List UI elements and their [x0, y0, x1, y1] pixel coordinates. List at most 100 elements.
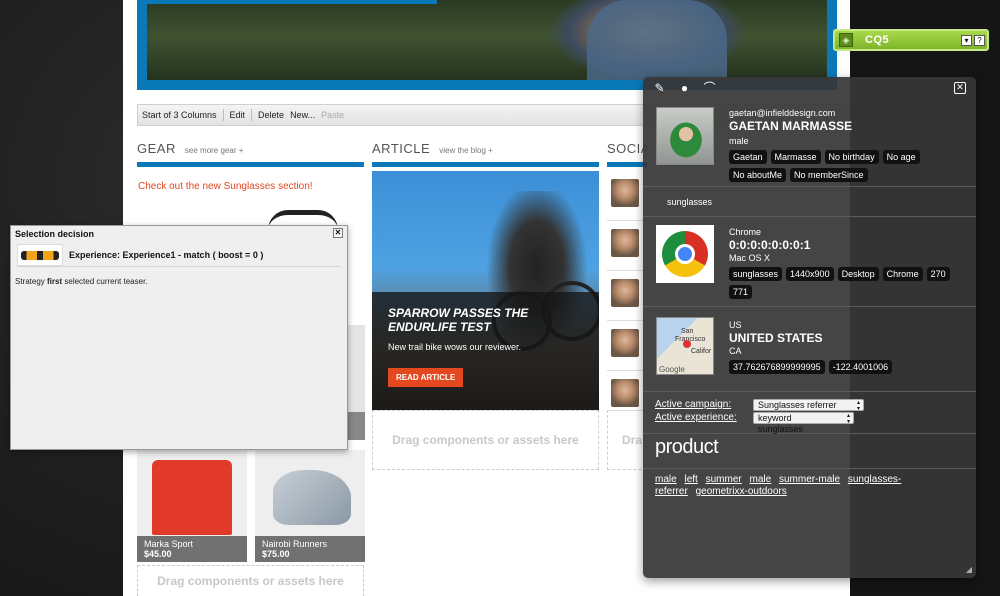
gear-teaser-label [345, 412, 365, 440]
active-experience-label[interactable]: Active experience: [655, 412, 753, 423]
map-label: Califor [691, 348, 712, 355]
close-icon[interactable]: ✕ [954, 82, 966, 94]
close-icon[interactable]: ✕ [333, 228, 343, 238]
gear-column-header: GEAR see more gear + [137, 141, 364, 167]
browser-pill[interactable]: Desktop [837, 267, 879, 281]
profile-photo[interactable] [656, 107, 714, 165]
tag-link[interactable]: sunglasses- [848, 474, 901, 485]
gear-teaser-placeholder [345, 325, 365, 415]
delete-button[interactable]: Delete [258, 110, 284, 120]
paste-button[interactable]: Paste [321, 110, 344, 120]
teaser-title-line-2: ENDURLIFE TEST [388, 320, 491, 334]
social-item[interactable] [607, 171, 647, 221]
profile-pill[interactable]: No birthday [824, 150, 879, 164]
cq5-label: CQ5 [865, 34, 890, 46]
product-price: $45.00 [144, 549, 172, 559]
cq5-cube-icon: ◈ [839, 33, 853, 47]
teaser-overlay: SPARROW PASSES THE ENDURLIFE TEST New tr… [372, 292, 599, 410]
country-name: UNITED STATES [729, 331, 823, 345]
segment-pill[interactable]: sunglasses [663, 195, 716, 209]
tag-link[interactable]: geometrixx-outdoors [696, 486, 787, 497]
profile-pill[interactable]: No aboutMe [729, 168, 787, 182]
article-drop-zone[interactable]: Drag components or assets here [372, 410, 599, 470]
drop-zone-text: Drag components or assets here [392, 433, 579, 447]
location-map[interactable]: San Francisco Califor Google [656, 317, 714, 375]
clientcontext-panel[interactable]: ✎ ● ⌒ ✕ gaetan@infielddesign.com GAETAN … [643, 77, 976, 578]
profile-pills: Gaetan Marmasse No birthday No age No ab… [729, 150, 969, 182]
latitude-pill[interactable]: 37.762676899999995 [729, 360, 825, 374]
browser-pill[interactable]: 1440x900 [786, 267, 834, 281]
longitude-pill[interactable]: -122.4001006 [828, 360, 893, 374]
person-image [657, 108, 713, 164]
browser-pill[interactable]: 771 [729, 285, 753, 299]
selection-decision-title: Selection decision [15, 229, 95, 239]
social-title: SOCIA [607, 141, 647, 156]
social-column-header: SOCIA [607, 141, 647, 167]
product-tile-nairobi-runners[interactable]: Nairobi Runners $75.00 [255, 450, 365, 562]
edit-button[interactable]: Edit [230, 110, 246, 120]
experience-thumbnail [17, 243, 63, 266]
chevron-down-icon[interactable]: ▾ [961, 35, 972, 46]
tag-cloud: male left summer male summer-male sungla… [655, 474, 915, 498]
cq5-sidekick-bar[interactable]: ◈ CQ5 ▾ ? [833, 29, 989, 51]
browser-pill[interactable]: 270 [926, 267, 950, 281]
experience-select[interactable]: keyword sunglasses [753, 411, 854, 434]
map-label: San [681, 328, 694, 335]
social-list [607, 171, 647, 411]
profile-pill[interactable]: No memberSince [790, 168, 868, 182]
strategy-name: first [47, 277, 63, 286]
browser-section: Chrome 0:0:0:0:0:0:0:1 Mac OS X sunglass… [643, 217, 976, 307]
selection-decision-window[interactable]: Selection decision ✕ Experience: Experie… [10, 225, 348, 450]
profile-pill[interactable]: Marmasse [770, 150, 821, 164]
campaign-select[interactable]: Sunglasses referrer [753, 398, 864, 411]
social-item[interactable] [607, 221, 647, 271]
tag-link[interactable]: summer-male [779, 474, 840, 485]
reset-icon[interactable]: ⌒ [703, 81, 716, 95]
tag-link[interactable]: left [684, 474, 697, 485]
user-icon[interactable]: ● [678, 81, 691, 95]
operating-system: Mac OS X [729, 253, 771, 263]
article-teaser[interactable]: SPARROW PASSES THE ENDURLIFE TEST New tr… [372, 171, 599, 410]
product-heading-section: product [643, 434, 976, 469]
campaign-section: Active campaign: Sunglasses referrer Act… [643, 392, 976, 434]
tag-link[interactable]: male [750, 474, 772, 485]
article-column-header: ARTICLE view the blog + [372, 141, 599, 167]
browser-pill[interactable]: Chrome [882, 267, 923, 281]
profile-pill[interactable]: No age [882, 150, 920, 164]
read-article-button[interactable]: READ ARTICLE [388, 368, 464, 387]
social-item[interactable] [607, 371, 647, 411]
drop-zone-text: Dra [622, 433, 643, 447]
tag-link[interactable]: summer [706, 474, 742, 485]
help-button[interactable]: ? [974, 35, 985, 46]
tag-link[interactable]: referrer [655, 486, 688, 497]
profile-name: GAETAN MARMASSE [729, 119, 853, 133]
social-item[interactable] [607, 271, 647, 321]
gear-drop-zone[interactable]: Drag components or assets here [137, 565, 364, 596]
product-tile-marka-sport[interactable]: Marka Sport $45.00 [137, 450, 247, 562]
avatar [611, 329, 639, 357]
product-label: Marka Sport $45.00 [137, 536, 247, 562]
sunglasses-section-link[interactable]: Check out the new Sunglasses section! [138, 181, 313, 192]
selection-decision-header: Selection decision ✕ [11, 226, 347, 241]
see-more-gear-link[interactable]: see more gear + [185, 146, 243, 155]
strategy-prefix: Strategy [15, 277, 48, 286]
clientcontext-toolbar: ✎ ● ⌒ ✕ [643, 77, 976, 99]
teaser-subtitle: New trail bike wows our reviewer. [388, 342, 522, 352]
tag-link[interactable]: male [655, 474, 677, 485]
pencil-icon[interactable]: ✎ [653, 81, 666, 95]
browser-pill[interactable]: sunglasses [729, 267, 783, 281]
profile-pill[interactable]: Gaetan [729, 150, 767, 164]
new-button[interactable]: New... [290, 110, 315, 120]
social-drop-zone[interactable]: Dra [607, 410, 647, 470]
experience-select-row: Active experience: keyword sunglasses [655, 411, 964, 434]
avatar [611, 379, 639, 407]
sunglasses-icon [21, 250, 59, 260]
active-campaign-label[interactable]: Active campaign: [655, 399, 753, 410]
hero-banner-image[interactable] [147, 0, 827, 80]
product-heading: product [655, 436, 719, 458]
social-item[interactable] [607, 321, 647, 371]
campaign-row: Active campaign: Sunglasses referrer [655, 398, 964, 411]
view-blog-link[interactable]: view the blog + [439, 146, 493, 155]
experience-match-text: Experience: Experience1 - match ( boost … [69, 249, 264, 260]
resize-handle[interactable]: ◢ [966, 565, 972, 574]
